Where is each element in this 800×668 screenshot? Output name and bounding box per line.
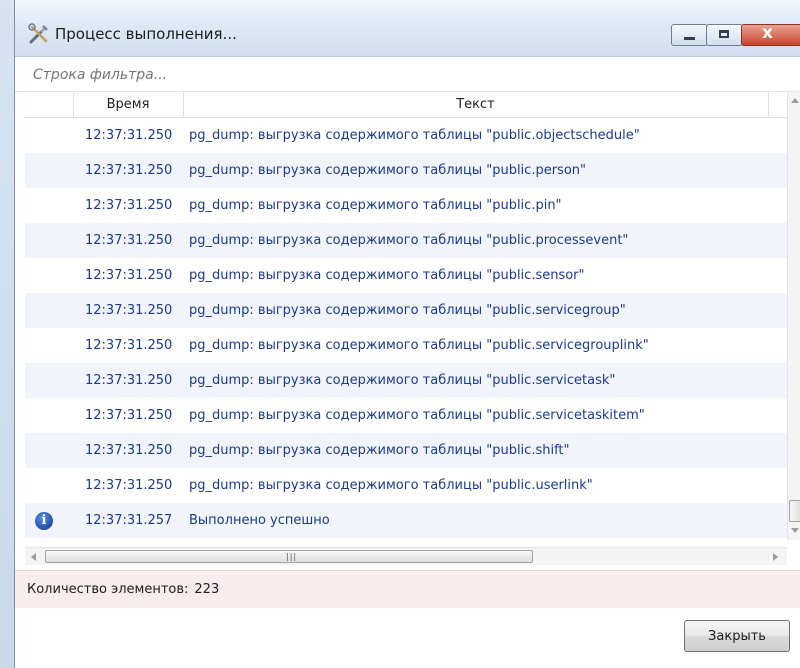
maximize-icon [719,30,729,38]
horizontal-scrollbar[interactable]: ||| [25,547,787,565]
row-text: pg_dump: выгрузка содержимого таблицы "p… [189,233,629,248]
row-text: pg_dump: выгрузка содержимого таблицы "p… [189,478,593,493]
table-row[interactable]: 12:37:31.250 pg_dump: выгрузка содержимо… [25,223,787,258]
close-window-button[interactable]: x [741,23,800,46]
row-time: 12:37:31.250 [85,163,173,178]
row-time: 12:37:31.250 [85,198,173,213]
column-header-text[interactable]: Текст [183,92,769,117]
column-header-icon[interactable] [25,92,74,117]
close-button[interactable]: Закрыть [684,620,790,652]
grip-icon: ||| [286,552,298,561]
progress-window: Процесс выполнения... x Время Текст [0,0,800,668]
scroll-left-icon[interactable] [31,553,36,561]
row-text: pg_dump: выгрузка содержимого таблицы "p… [189,198,562,213]
scroll-up-icon[interactable] [791,98,799,103]
dialog-frame: Процесс выполнения... x Время Текст [14,0,800,668]
grid-header: Время Текст [25,92,787,118]
row-text: pg_dump: выгрузка содержимого таблицы "p… [189,443,570,458]
row-time: 12:37:31.250 [85,478,173,493]
scroll-right-icon[interactable] [773,553,778,561]
table-row[interactable]: 12:37:31.250 pg_dump: выгрузка содержимо… [25,153,787,188]
table-row[interactable]: 12:37:31.250 pg_dump: выгрузка содержимо… [25,433,787,468]
table-row[interactable]: 12:37:31.250 pg_dump: выгрузка содержимо… [25,118,787,153]
scroll-down-icon[interactable] [791,528,799,533]
row-time: 12:37:31.257 [85,513,173,528]
status-count: 223 [194,582,220,597]
table-row[interactable]: i 12:37:31.257 Выполнено успешно [25,503,787,538]
status-label: Количество элементов: [27,582,189,597]
info-icon: i [35,512,53,530]
window-title: Процесс выполнения... [55,25,237,43]
column-header-time[interactable]: Время [73,92,184,117]
maximize-button[interactable] [706,24,743,46]
row-time: 12:37:31.250 [85,268,173,283]
table-row[interactable]: 12:37:31.250 pg_dump: выгрузка содержимо… [25,328,787,363]
grid-rows: 12:37:31.250 pg_dump: выгрузка содержимо… [25,118,787,538]
close-icon: x [762,23,773,43]
row-time: 12:37:31.250 [85,233,173,248]
row-time: 12:37:31.250 [85,373,173,388]
row-text: pg_dump: выгрузка содержимого таблицы "p… [189,163,586,178]
row-text: pg_dump: выгрузка содержимого таблицы "p… [189,373,616,388]
row-text: pg_dump: выгрузка содержимого таблицы "p… [189,408,645,423]
status-bar: Количество элементов: 223 [15,570,800,608]
row-time: 12:37:31.250 [85,443,173,458]
vertical-scroll-thumb[interactable] [789,500,800,522]
row-text: pg_dump: выгрузка содержимого таблицы "p… [189,303,626,318]
background-window-edge [0,0,14,668]
filter-bar [15,57,800,92]
row-time: 12:37:31.250 [85,303,173,318]
table-row[interactable]: 12:37:31.250 pg_dump: выгрузка содержимо… [25,398,787,433]
table-row[interactable]: 12:37:31.250 pg_dump: выгрузка содержимо… [25,363,787,398]
table-row[interactable]: 12:37:31.250 pg_dump: выгрузка содержимо… [25,188,787,223]
row-time: 12:37:31.250 [85,338,173,353]
table-row[interactable]: 12:37:31.250 pg_dump: выгрузка содержимо… [25,293,787,328]
row-text: pg_dump: выгрузка содержимого таблицы "p… [189,338,649,353]
row-text: Выполнено успешно [189,513,330,528]
row-text: pg_dump: выгрузка содержимого таблицы "p… [189,128,640,143]
row-text: pg_dump: выгрузка содержимого таблицы "p… [189,268,585,283]
row-time: 12:37:31.250 [85,408,173,423]
table-row[interactable]: 12:37:31.250 pg_dump: выгрузка содержимо… [25,258,787,293]
log-grid: Время Текст 12:37:31.250 pg_dump: выгруз… [25,91,800,571]
status-text: Количество элементов: 223 [27,582,219,597]
horizontal-scroll-thumb[interactable]: ||| [45,550,533,563]
tools-icon [28,23,48,44]
table-row[interactable]: 12:37:31.250 pg_dump: выгрузка содержимо… [25,468,787,503]
minimize-button[interactable] [671,24,708,46]
filter-input[interactable] [33,65,773,85]
row-time: 12:37:31.250 [85,128,173,143]
vertical-scrollbar[interactable] [787,92,800,540]
title-bar[interactable]: Процесс выполнения... x [15,0,800,57]
minimize-icon [684,37,695,40]
